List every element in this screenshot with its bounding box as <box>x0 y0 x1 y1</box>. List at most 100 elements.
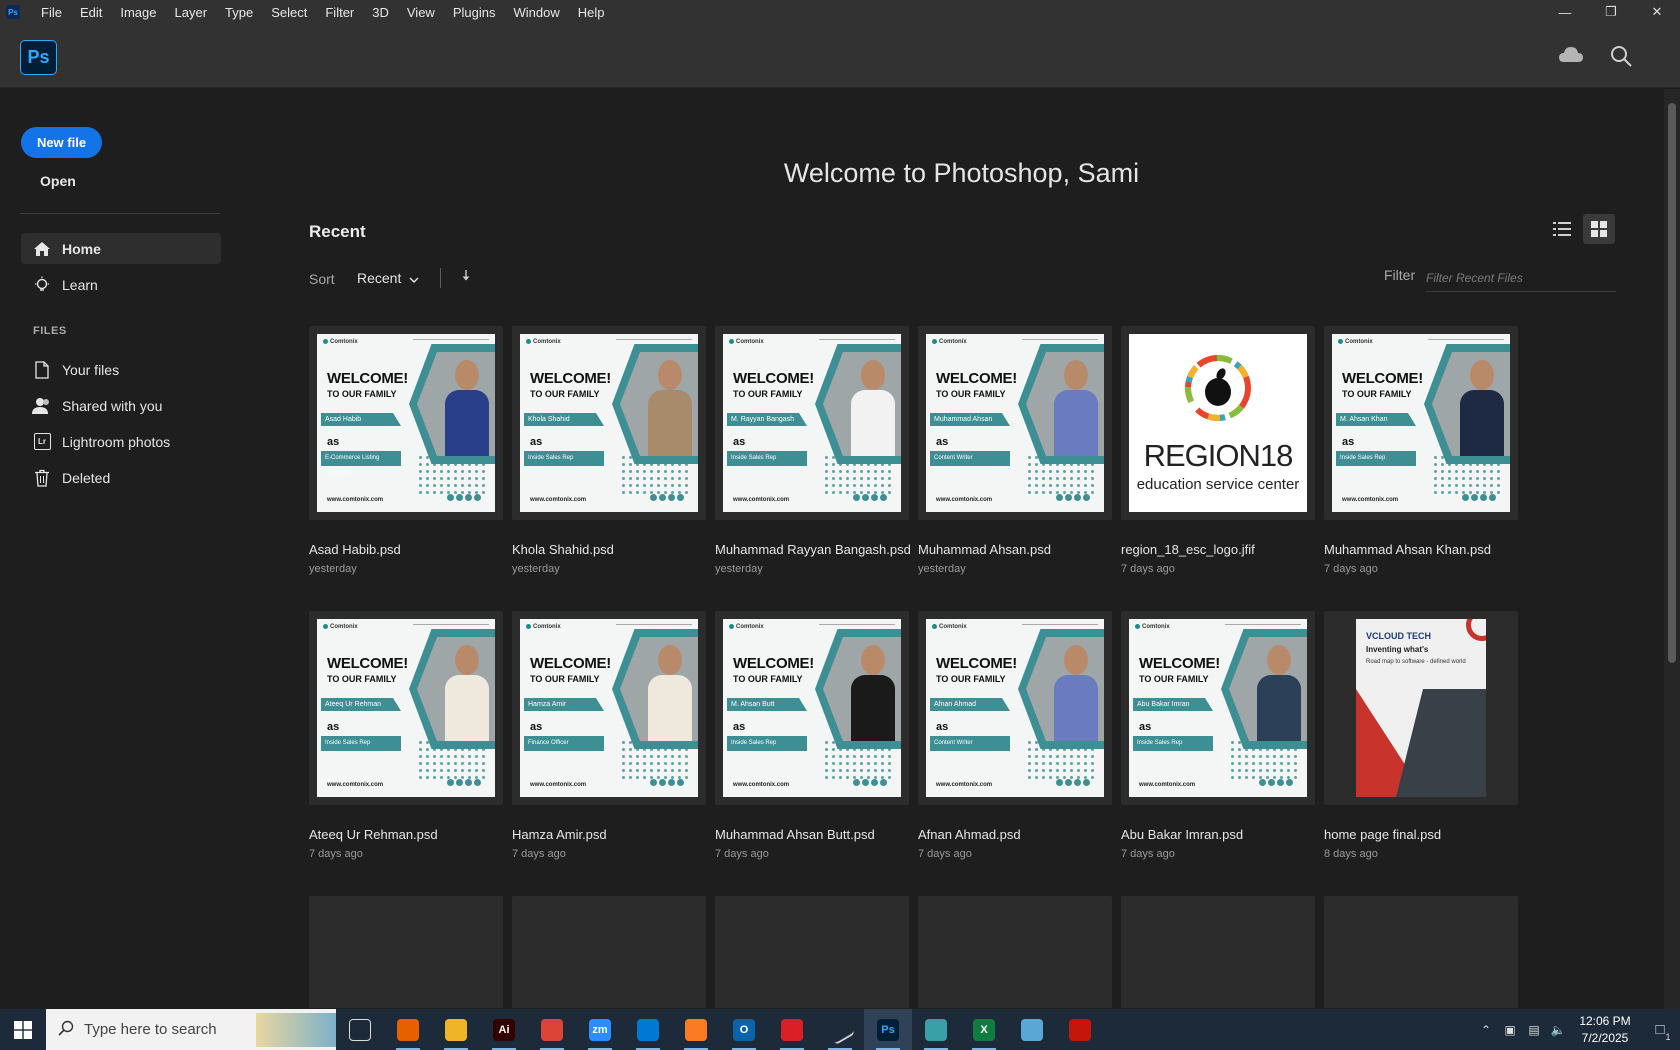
vscode-taskbar-button[interactable] <box>624 1009 672 1050</box>
chrome-taskbar-button[interactable] <box>528 1009 576 1050</box>
file-thumbnail[interactable]: Comtonix WELCOME! TO OUR FAMILY M. Rayyan B… <box>715 326 909 520</box>
acrobat-taskbar-button[interactable] <box>1056 1009 1104 1050</box>
menu-select[interactable]: Select <box>262 0 316 24</box>
restore-button[interactable]: ❐ <box>1588 0 1634 24</box>
file-thumbnail[interactable] <box>1324 896 1518 1008</box>
file-card[interactable]: Comtonix WELCOME! TO OUR FAMILY M. Ahsan Kh… <box>1324 326 1518 575</box>
file-thumbnail[interactable] <box>1121 896 1315 1008</box>
file-thumbnail[interactable]: Comtonix WELCOME! TO OUR FAMILY Afnan Ahmad… <box>918 611 1112 805</box>
cloud-icon[interactable] <box>1558 44 1584 71</box>
filter-input[interactable] <box>1426 264 1616 292</box>
file-thumbnail[interactable]: REGION18 education service center <box>1121 326 1315 520</box>
file-explorer-taskbar-button[interactable] <box>432 1009 480 1050</box>
file-card[interactable] <box>918 896 1112 1008</box>
sort-dropdown[interactable]: Recent <box>357 270 419 286</box>
menu-plugins[interactable]: Plugins <box>444 0 505 24</box>
file-card[interactable] <box>1121 896 1315 1008</box>
scrollbar-thumb[interactable] <box>1668 103 1676 663</box>
file-name[interactable]: Hamza Amir.psd <box>512 827 607 842</box>
menu-image[interactable]: Image <box>111 0 165 24</box>
task-view-taskbar-button[interactable] <box>336 1009 384 1050</box>
file-thumbnail[interactable]: Comtonix WELCOME! TO OUR FAMILY M. Ahsan Bu… <box>715 611 909 805</box>
scrollbar[interactable] <box>1664 89 1680 1009</box>
chevron-up-icon[interactable]: ⌃ <box>1474 1009 1498 1050</box>
file-name[interactable]: Ateeq Ur Rehman.psd <box>309 827 438 842</box>
file-thumbnail[interactable]: Comtonix WELCOME! TO OUR FAMILY Hamza Amir a… <box>512 611 706 805</box>
menu-window[interactable]: Window <box>504 0 568 24</box>
file-card[interactable]: VCLOUD TECH Inventing what's Road map to s… <box>1324 611 1518 860</box>
open-button[interactable]: Open <box>40 173 76 189</box>
file-thumbnail[interactable]: Comtonix WELCOME! TO OUR FAMILY M. Ahsan Kh… <box>1324 326 1518 520</box>
photoshop-taskbar-button[interactable]: Ps <box>864 1009 912 1050</box>
file-thumbnail[interactable]: Comtonix WELCOME! TO OUR FAMILY Ateeq Ur Re… <box>309 611 503 805</box>
file-card[interactable] <box>512 896 706 1008</box>
menu-edit[interactable]: Edit <box>71 0 111 24</box>
file-thumbnail[interactable] <box>918 896 1112 1008</box>
clock[interactable]: 12:06 PM 7/2/2025 <box>1570 1013 1640 1047</box>
excel-taskbar-button[interactable]: X <box>960 1009 1008 1050</box>
taskbar-search-box[interactable]: Type here to search <box>46 1009 336 1050</box>
file-name[interactable]: Muhammad Ahsan.psd <box>918 542 1051 557</box>
file-card[interactable]: Comtonix WELCOME! TO OUR FAMILY Abu Bakar I… <box>1121 611 1315 860</box>
file-card[interactable] <box>715 896 909 1008</box>
zoom-taskbar-button[interactable]: zm <box>576 1009 624 1050</box>
sidebar-item-deleted[interactable]: Deleted <box>21 462 221 493</box>
menu-view[interactable]: View <box>398 0 444 24</box>
file-name[interactable]: Muhammad Rayyan Bangash.psd <box>715 542 911 557</box>
menu-type[interactable]: Type <box>216 0 262 24</box>
file-card[interactable]: Comtonix WELCOME! TO OUR FAMILY Ateeq Ur Re… <box>309 611 503 860</box>
file-card[interactable]: Comtonix WELCOME! TO OUR FAMILY Afnan Ahmad… <box>918 611 1112 860</box>
grid-view-icon[interactable] <box>1583 214 1615 244</box>
file-thumbnail[interactable]: Comtonix WELCOME! TO OUR FAMILY Abu Bakar I… <box>1121 611 1315 805</box>
file-name[interactable]: Khola Shahid.psd <box>512 542 614 557</box>
sidebar-item-shared-with-you[interactable]: Shared with you <box>21 390 221 421</box>
file-card[interactable]: Comtonix WELCOME! TO OUR FAMILY Hamza Amir a… <box>512 611 706 860</box>
file-name[interactable]: Muhammad Ahsan Khan.psd <box>1324 542 1491 557</box>
file-thumbnail[interactable] <box>512 896 706 1008</box>
file-card[interactable] <box>309 896 503 1008</box>
file-card[interactable]: Comtonix WELCOME! TO OUR FAMILY Asad Habib a… <box>309 326 503 575</box>
search-icon[interactable] <box>1609 44 1633 73</box>
file-card[interactable]: Comtonix WELCOME! TO OUR FAMILY Khola Shahi… <box>512 326 706 575</box>
windows-start-icon[interactable] <box>0 1009 46 1050</box>
file-card[interactable]: Comtonix WELCOME! TO OUR FAMILY M. Ahsan Bu… <box>715 611 909 860</box>
volume-icon[interactable]: 🔈 <box>1546 1009 1570 1050</box>
diamond-app-taskbar-button[interactable] <box>912 1009 960 1050</box>
file-thumbnail[interactable] <box>309 896 503 1008</box>
file-thumbnail[interactable]: Comtonix WELCOME! TO OUR FAMILY Asad Habib a… <box>309 326 503 520</box>
menu-filter[interactable]: Filter <box>316 0 363 24</box>
sidebar-item-home[interactable]: Home <box>21 233 221 264</box>
file-thumbnail[interactable] <box>715 896 909 1008</box>
tray-app-icon[interactable]: ▣ <box>1498 1009 1522 1050</box>
file-thumbnail[interactable]: Comtonix WELCOME! TO OUR FAMILY Muhammad Ah… <box>918 326 1112 520</box>
network-icon[interactable]: ▤ <box>1522 1009 1546 1050</box>
sidebar-item-learn[interactable]: Learn <box>21 269 221 300</box>
file-name[interactable]: Afnan Ahmad.psd <box>918 827 1021 842</box>
file-thumbnail[interactable]: VCLOUD TECH Inventing what's Road map to s… <box>1324 611 1518 805</box>
file-name[interactable]: Abu Bakar Imran.psd <box>1121 827 1243 842</box>
close-button[interactable]: ✕ <box>1634 0 1680 24</box>
file-name[interactable]: region_18_esc_logo.jfif <box>1121 542 1255 557</box>
sidebar-item-lightroom-photos[interactable]: Lr Lightroom photos <box>21 426 221 457</box>
file-name[interactable]: Asad Habib.psd <box>309 542 401 557</box>
file-thumbnail[interactable]: Comtonix WELCOME! TO OUR FAMILY Khola Shahi… <box>512 326 706 520</box>
minimize-button[interactable]: — <box>1542 0 1588 24</box>
file-name[interactable]: home page final.psd <box>1324 827 1441 842</box>
file-card[interactable] <box>1324 896 1518 1008</box>
file-card[interactable]: Comtonix WELCOME! TO OUR FAMILY Muhammad Ah… <box>918 326 1112 575</box>
notification-icon[interactable]: □ 1 <box>1640 1009 1680 1050</box>
menu-file[interactable]: File <box>32 0 71 24</box>
new-file-button[interactable]: New file <box>21 127 102 158</box>
illustrator-taskbar-button[interactable]: Ai <box>480 1009 528 1050</box>
creative-cloud-taskbar-button[interactable] <box>768 1009 816 1050</box>
xampp-taskbar-button[interactable] <box>672 1009 720 1050</box>
pen-tool-taskbar-button[interactable] <box>816 1009 864 1050</box>
menu-help[interactable]: Help <box>569 0 614 24</box>
file-card[interactable]: REGION18 education service center region_1… <box>1121 326 1315 575</box>
sidebar-item-your-files[interactable]: Your files <box>21 354 221 385</box>
menu-layer[interactable]: Layer <box>166 0 217 24</box>
outlook-taskbar-button[interactable]: O <box>720 1009 768 1050</box>
sort-direction-arrow-icon[interactable] <box>460 268 472 289</box>
file-name[interactable]: Muhammad Ahsan Butt.psd <box>715 827 875 842</box>
notes-app-taskbar-button[interactable] <box>1008 1009 1056 1050</box>
